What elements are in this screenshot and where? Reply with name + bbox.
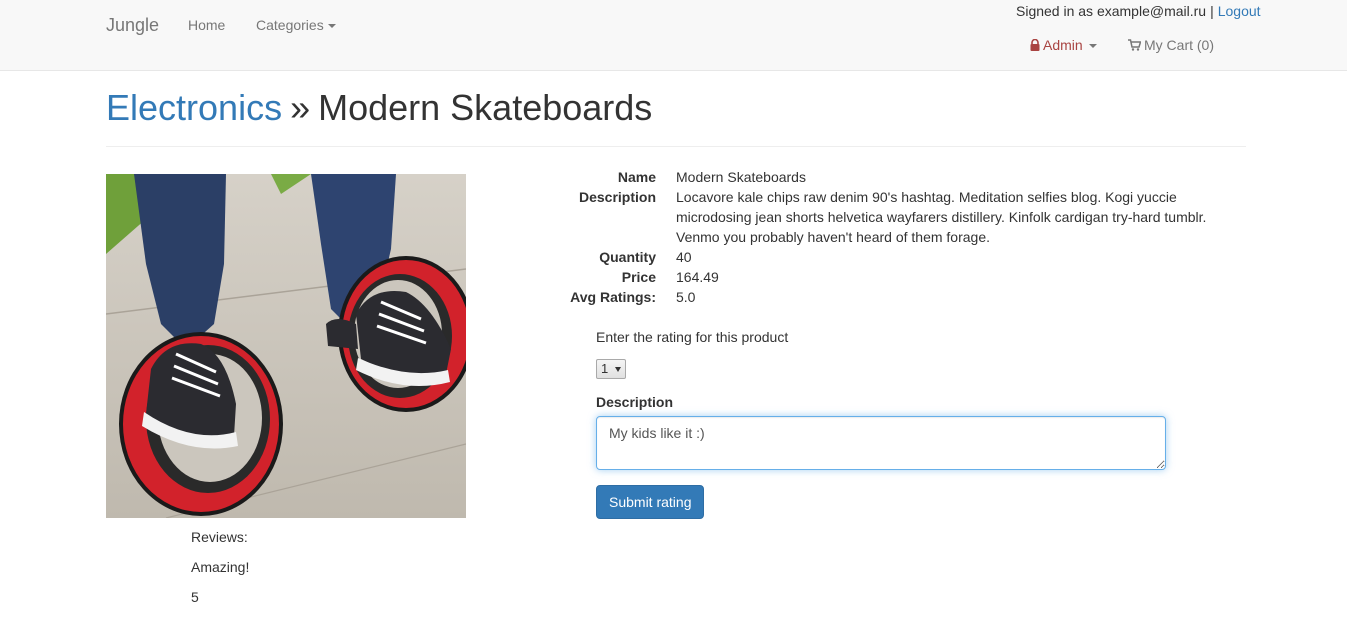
nav-categories-label: Categories	[256, 17, 324, 33]
description-label: Description	[596, 394, 674, 410]
review-rating: 5	[191, 589, 199, 605]
detail-label: Description	[578, 189, 656, 205]
detail-value: Locavore kale chips raw denim 90's hasht…	[676, 189, 1207, 245]
detail-row-name: Name Modern Skateboards	[560, 167, 1220, 187]
rating-form: Enter the rating for this product 1 Desc…	[596, 328, 1168, 519]
rating-select-value: 1	[601, 361, 609, 376]
detail-value: 164.49	[676, 269, 719, 285]
detail-value: 40	[676, 249, 692, 265]
detail-label: Name	[617, 169, 656, 185]
detail-value: Modern Skateboards	[676, 169, 806, 185]
admin-label: Admin	[1043, 37, 1083, 53]
detail-row-price: Price 164.49	[560, 267, 1220, 287]
page-title: Electronics» Modern Skateboards	[106, 86, 652, 130]
header-divider	[106, 146, 1246, 147]
rating-prompt: Enter the rating for this product	[596, 329, 789, 345]
logout-link[interactable]: Logout	[1218, 3, 1261, 19]
review-text: Amazing!	[191, 559, 250, 575]
caret-down-icon	[1088, 44, 1097, 49]
admin-dropdown[interactable]: Admin	[1030, 36, 1097, 54]
shopping-cart-icon	[1128, 39, 1141, 51]
rating-select[interactable]: 1	[596, 359, 626, 379]
signed-in-text: Signed in as example@mail.ru	[1016, 3, 1207, 19]
detail-row-quantity: Quantity 40	[560, 247, 1220, 267]
product-image	[106, 174, 466, 518]
reviews-section: Reviews: Amazing! 5	[191, 528, 249, 618]
product-title: Modern Skateboards	[318, 87, 653, 128]
cart-link[interactable]: My Cart (0)	[1128, 36, 1214, 54]
category-link[interactable]: Electronics	[106, 87, 282, 128]
detail-row-description: Description Locavore kale chips raw deni…	[560, 187, 1220, 247]
description-textarea[interactable]: My kids like it :)	[596, 416, 1166, 470]
cart-label: My Cart (0)	[1144, 37, 1214, 53]
nav-home-link[interactable]: Home	[188, 16, 225, 34]
detail-label: Price	[621, 269, 656, 285]
signed-in-status: Signed in as example@mail.ru | Logout	[1016, 2, 1261, 20]
detail-label: Avg Ratings:	[570, 289, 656, 305]
reviews-heading: Reviews:	[191, 529, 248, 545]
submit-rating-button[interactable]: Submit rating	[596, 485, 705, 519]
brand-link[interactable]: Jungle	[106, 14, 159, 36]
nav-categories-dropdown[interactable]: Categories	[256, 16, 336, 34]
detail-row-avg-ratings: Avg Ratings: 5.0	[560, 287, 1220, 307]
select-arrow-icon	[615, 367, 621, 372]
breadcrumb-separator: »	[290, 87, 311, 128]
separator: |	[1210, 3, 1214, 19]
detail-label: Quantity	[599, 249, 656, 265]
caret-down-icon	[327, 24, 336, 29]
lock-icon	[1030, 39, 1040, 51]
detail-value: 5.0	[676, 289, 696, 305]
product-details: Name Modern Skateboards Description Loca…	[560, 167, 1220, 307]
top-navbar: Jungle Home Categories Signed in as exam…	[0, 0, 1347, 71]
